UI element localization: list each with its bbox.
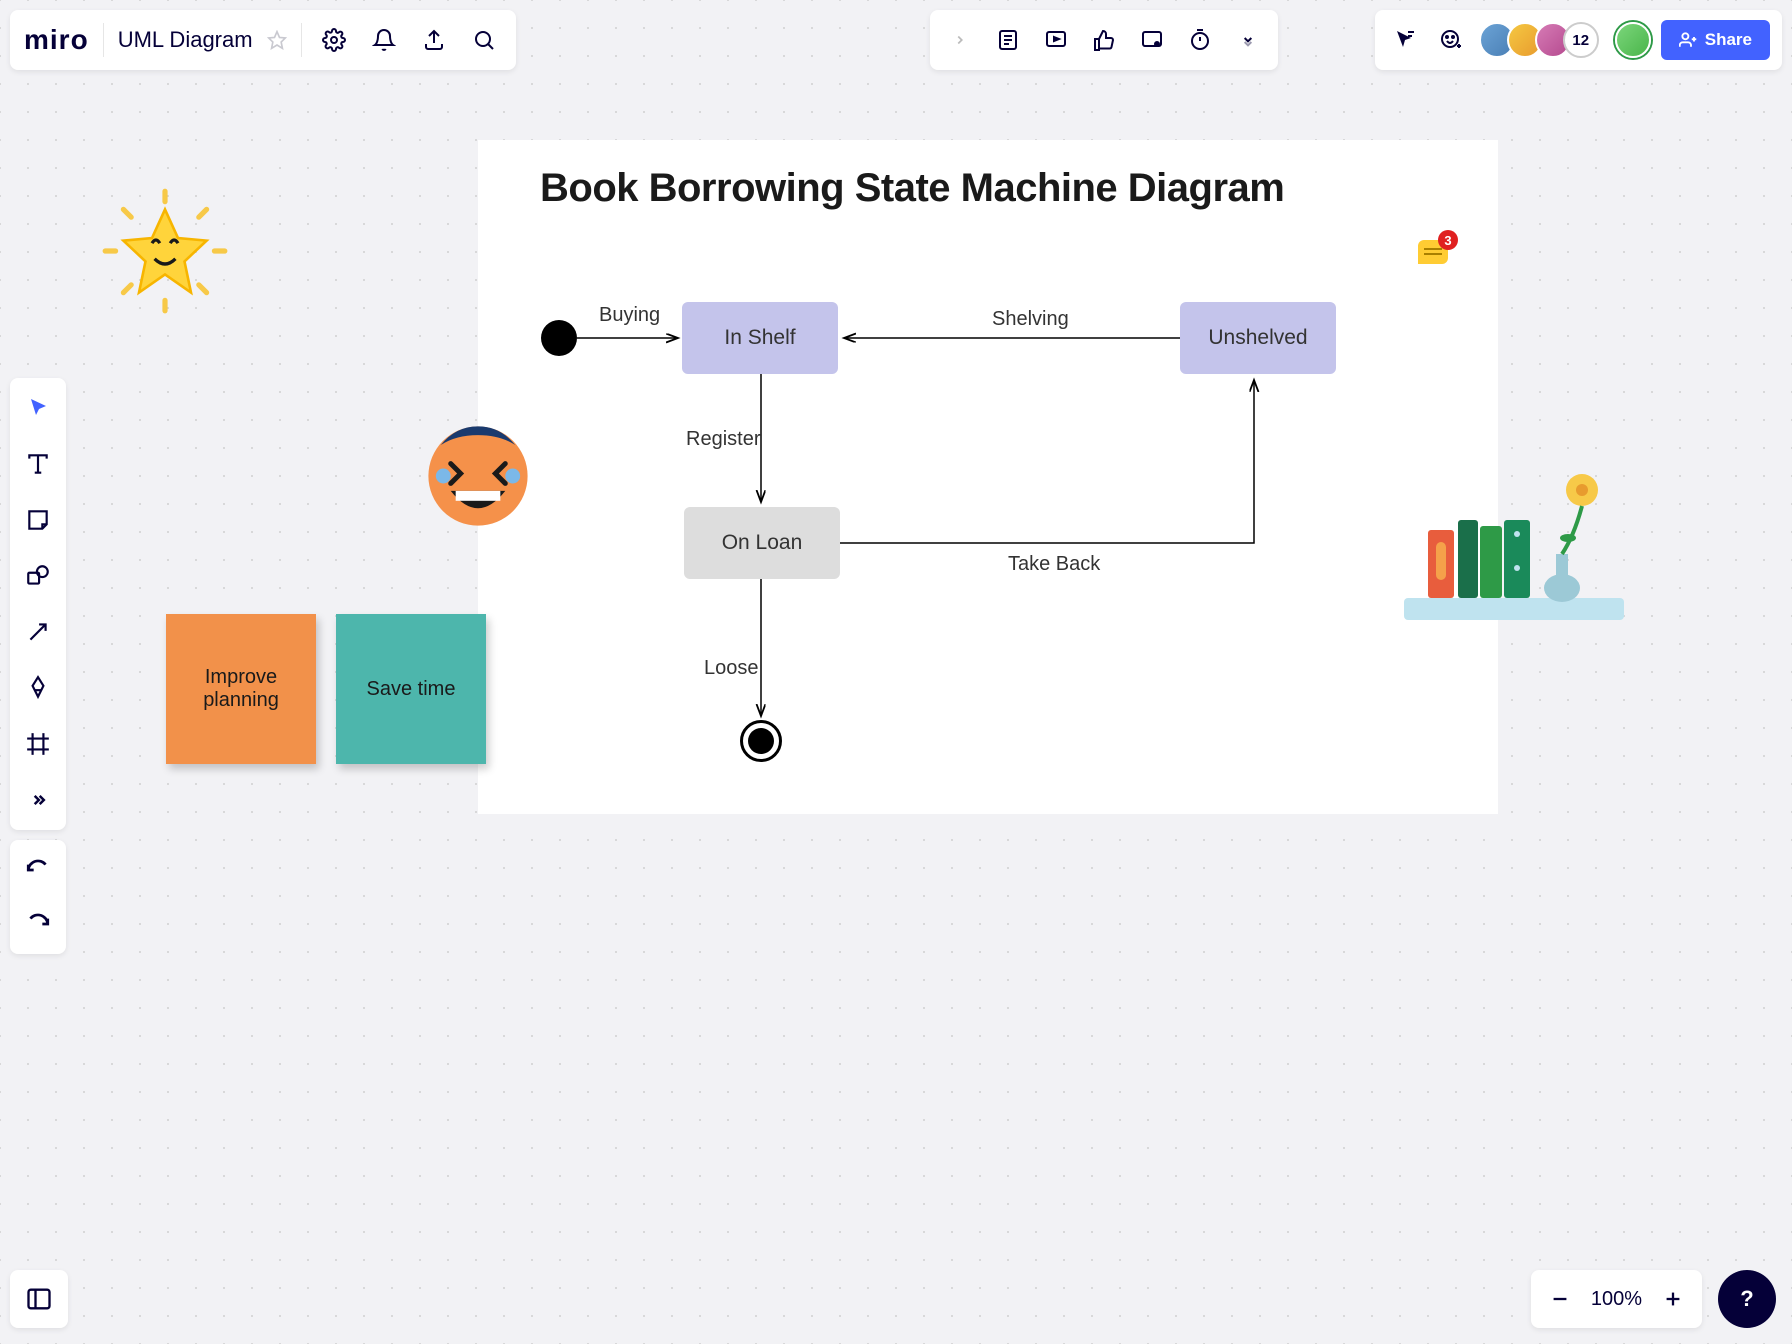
edges [478, 140, 1498, 814]
note-icon[interactable] [990, 22, 1026, 58]
redo-button[interactable] [18, 904, 58, 944]
undo-redo-bar [10, 840, 66, 954]
separator [301, 23, 302, 57]
share-label: Share [1705, 30, 1752, 50]
zoom-value[interactable]: 100% [1591, 1288, 1642, 1311]
toggle-panels-button[interactable] [10, 1270, 68, 1328]
share-button[interactable]: Share [1661, 20, 1770, 60]
star-sticker[interactable] [100, 186, 230, 316]
shape-tool[interactable] [18, 556, 58, 596]
select-tool[interactable] [18, 388, 58, 428]
cursor-follow-icon[interactable] [1387, 22, 1423, 58]
current-user-avatar[interactable] [1615, 22, 1651, 58]
edge-label-shelving[interactable]: Shelving [992, 308, 1069, 331]
comment-count-badge: 3 [1438, 230, 1458, 250]
zoom-bar: 100% [1531, 1270, 1702, 1328]
bookshelf-sticker[interactable] [1404, 450, 1624, 620]
star-icon[interactable] [267, 30, 287, 50]
pen-tool[interactable] [18, 668, 58, 708]
side-toolbar [10, 378, 66, 830]
more-tools-icon[interactable] [1230, 22, 1266, 58]
edge-label-register[interactable]: Register [686, 428, 760, 451]
timer-icon[interactable] [1182, 22, 1218, 58]
miro-logo[interactable]: miro [24, 24, 89, 56]
more-tools-button[interactable] [18, 780, 58, 820]
collaborator-avatars[interactable]: 12 [1479, 22, 1599, 58]
comment-thread-icon[interactable]: 3 [1418, 240, 1448, 264]
undo-button[interactable] [18, 850, 58, 890]
topbar-left: miro UML Diagram [10, 10, 516, 70]
expand-icon[interactable] [942, 22, 978, 58]
separator [103, 23, 104, 57]
board-title[interactable]: UML Diagram [118, 27, 253, 53]
sticky-note-teal[interactable]: Save time [336, 614, 486, 764]
settings-button[interactable] [316, 22, 352, 58]
topbar-collab-tools [930, 10, 1278, 70]
arrow-tool[interactable] [18, 612, 58, 652]
search-button[interactable] [466, 22, 502, 58]
notifications-button[interactable] [366, 22, 402, 58]
sticky-tool[interactable] [18, 500, 58, 540]
help-button[interactable]: ? [1718, 1270, 1776, 1328]
reactions-icon[interactable] [1433, 22, 1469, 58]
present-icon[interactable] [1038, 22, 1074, 58]
comment-mode-icon[interactable] [1134, 22, 1170, 58]
diagram-frame[interactable]: Book Borrowing State Machine Diagram In … [478, 140, 1498, 814]
edge-label-buying[interactable]: Buying [599, 304, 660, 327]
avatar-overflow-count[interactable]: 12 [1563, 22, 1599, 58]
thumbs-up-icon[interactable] [1086, 22, 1122, 58]
topbar-right: 12 Share [1375, 10, 1782, 70]
zoom-out-button[interactable] [1543, 1282, 1577, 1316]
zoom-in-button[interactable] [1656, 1282, 1690, 1316]
text-tool[interactable] [18, 444, 58, 484]
laughing-face-sticker[interactable] [416, 414, 540, 538]
edge-label-loose[interactable]: Loose [704, 657, 759, 680]
frame-tool[interactable] [18, 724, 58, 764]
sticky-note-orange[interactable]: Improve planning [166, 614, 316, 764]
edge-label-take-back[interactable]: Take Back [1008, 553, 1100, 576]
export-button[interactable] [416, 22, 452, 58]
